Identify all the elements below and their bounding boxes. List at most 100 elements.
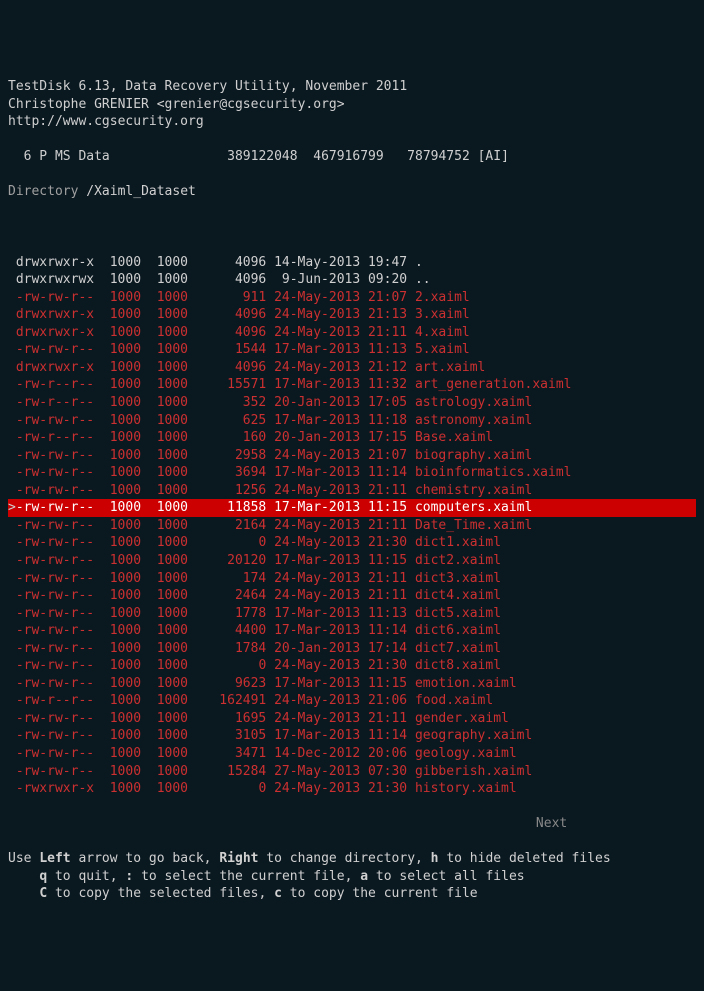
file-size: 15571 (188, 376, 266, 394)
file-date: 17-Mar-2013 (266, 675, 360, 693)
file-date: 24-May-2013 (266, 517, 360, 535)
file-size: 352 (188, 394, 266, 412)
file-time: 21:30 (360, 780, 407, 798)
file-row[interactable]: -rw-rw-r--10001000295824-May-201321:07bi… (8, 447, 696, 465)
file-name: 4.xaiml (407, 324, 470, 342)
file-size: 1544 (188, 341, 266, 359)
file-row[interactable]: -rw-rw-r--10001000216424-May-201321:11Da… (8, 517, 696, 535)
file-date: 24-May-2013 (266, 447, 360, 465)
file-gid: 1000 (141, 780, 188, 798)
file-date: 24-May-2013 (266, 306, 360, 324)
file-row[interactable]: -rw-r--r--1000100016249124-May-201321:06… (8, 692, 696, 710)
file-row[interactable]: -rw-rw-r--1000100091124-May-201321:072.x… (8, 289, 696, 307)
file-row[interactable]: -rw-rw-r--10001000177817-Mar-201311:13di… (8, 605, 696, 623)
file-list[interactable]: drwxrwxr-x10001000409614-May-201319:47. … (8, 254, 696, 798)
file-name: dict1.xaiml (407, 534, 501, 552)
file-time: 20:06 (360, 745, 407, 763)
file-gid: 1000 (141, 570, 188, 588)
file-row[interactable]: -rw-rw-r--10001000440017-Mar-201311:14di… (8, 622, 696, 640)
row-cursor (8, 377, 16, 392)
file-uid: 1000 (94, 412, 141, 430)
row-cursor (8, 465, 16, 480)
file-perms: -rw-rw-r-- (16, 710, 94, 728)
file-uid: 1000 (94, 499, 141, 517)
file-time: 17:14 (360, 640, 407, 658)
file-size: 20120 (188, 552, 266, 570)
file-date: 24-May-2013 (266, 289, 360, 307)
file-name: gibberish.xaiml (407, 763, 532, 781)
file-date: 17-Mar-2013 (266, 499, 360, 517)
file-row[interactable]: >-rw-rw-r--100010001185817-Mar-201311:15… (8, 499, 696, 517)
file-uid: 1000 (94, 552, 141, 570)
file-row[interactable]: -rw-rw-r--100010001528427-May-201307:30g… (8, 763, 696, 781)
row-cursor (8, 728, 16, 743)
file-date: 14-May-2013 (266, 254, 360, 272)
file-date: 24-May-2013 (266, 710, 360, 728)
file-row[interactable]: -rw-rw-r--10001000310517-Mar-201311:14ge… (8, 727, 696, 745)
file-row[interactable]: drwxrwxr-x10001000409624-May-201321:12ar… (8, 359, 696, 377)
file-uid: 1000 (94, 763, 141, 781)
row-cursor (8, 535, 16, 550)
file-time: 21:11 (360, 587, 407, 605)
file-row[interactable]: -rw-rw-r--10001000962317-Mar-201311:15em… (8, 675, 696, 693)
file-row[interactable]: -rw-rw-r--10001000169524-May-201321:11ge… (8, 710, 696, 728)
directory-path: /Xaiml_Dataset (86, 184, 196, 199)
file-date: 17-Mar-2013 (266, 622, 360, 640)
file-gid: 1000 (141, 289, 188, 307)
file-row[interactable]: -rw-rw-r--10001000369417-Mar-201311:14bi… (8, 464, 696, 482)
file-perms: -rw-rw-r-- (16, 552, 94, 570)
file-row[interactable]: drwxrwxrwx100010004096 9-Jun-201309:20.. (8, 271, 696, 289)
file-row[interactable]: -rw-rw-r--10001000024-May-201321:30dict8… (8, 657, 696, 675)
file-uid: 1000 (94, 622, 141, 640)
file-uid: 1000 (94, 675, 141, 693)
file-size: 4400 (188, 622, 266, 640)
row-cursor (8, 518, 16, 533)
file-row[interactable]: drwxrwxr-x10001000409614-May-201319:47. (8, 254, 696, 272)
file-time: 07:30 (360, 763, 407, 781)
file-row[interactable]: -rw-r--r--1000100035220-Jan-201317:05ast… (8, 394, 696, 412)
file-gid: 1000 (141, 499, 188, 517)
file-row[interactable]: -rw-rw-r--10001000178420-Jan-201317:14di… (8, 640, 696, 658)
row-cursor (8, 448, 16, 463)
file-time: 11:15 (360, 675, 407, 693)
file-uid: 1000 (94, 289, 141, 307)
next-indicator[interactable]: Next (8, 815, 696, 833)
file-uid: 1000 (94, 447, 141, 465)
file-row[interactable]: -rw-rw-r--10001000125624-May-201321:11ch… (8, 482, 696, 500)
file-uid: 1000 (94, 429, 141, 447)
file-row[interactable]: -rwxrwxr-x10001000024-May-201321:30histo… (8, 780, 696, 798)
file-row[interactable]: -rw-rw-r--1000100062517-Mar-201311:18ast… (8, 412, 696, 430)
file-gid: 1000 (141, 587, 188, 605)
file-perms: drwxrwxr-x (16, 324, 94, 342)
file-gid: 1000 (141, 482, 188, 500)
row-cursor (8, 360, 16, 375)
file-row[interactable]: -rw-rw-r--10001000154417-Mar-201311:135.… (8, 341, 696, 359)
row-cursor (8, 676, 16, 691)
file-perms: -rw-rw-r-- (16, 534, 94, 552)
row-cursor (8, 641, 16, 656)
header-line3: http://www.cgsecurity.org (8, 114, 204, 129)
file-row[interactable]: -rw-rw-r--1000100017424-May-201321:11dic… (8, 570, 696, 588)
file-row[interactable]: -rw-r--r--100010001557117-Mar-201311:32a… (8, 376, 696, 394)
file-perms: -rw-rw-r-- (16, 657, 94, 675)
file-row[interactable]: -rw-rw-r--10001000024-May-201321:30dict1… (8, 534, 696, 552)
file-date: 24-May-2013 (266, 534, 360, 552)
file-row[interactable]: -rw-r--r--1000100016020-Jan-201317:15Bas… (8, 429, 696, 447)
file-gid: 1000 (141, 341, 188, 359)
file-size: 3694 (188, 464, 266, 482)
file-size: 911 (188, 289, 266, 307)
file-time: 11:18 (360, 412, 407, 430)
file-row[interactable]: drwxrwxr-x10001000409624-May-201321:114.… (8, 324, 696, 342)
file-row[interactable]: -rw-rw-r--100010002012017-Mar-201311:15d… (8, 552, 696, 570)
file-size: 1256 (188, 482, 266, 500)
file-uid: 1000 (94, 394, 141, 412)
file-gid: 1000 (141, 727, 188, 745)
file-row[interactable]: drwxrwxr-x10001000409624-May-201321:133.… (8, 306, 696, 324)
file-name: food.xaiml (407, 692, 493, 710)
file-row[interactable]: -rw-rw-r--10001000347114-Dec-201220:06ge… (8, 745, 696, 763)
file-row[interactable]: -rw-rw-r--10001000246424-May-201321:11di… (8, 587, 696, 605)
file-gid: 1000 (141, 394, 188, 412)
blank-line (8, 219, 696, 237)
file-uid: 1000 (94, 727, 141, 745)
key-colon: : (125, 869, 133, 884)
